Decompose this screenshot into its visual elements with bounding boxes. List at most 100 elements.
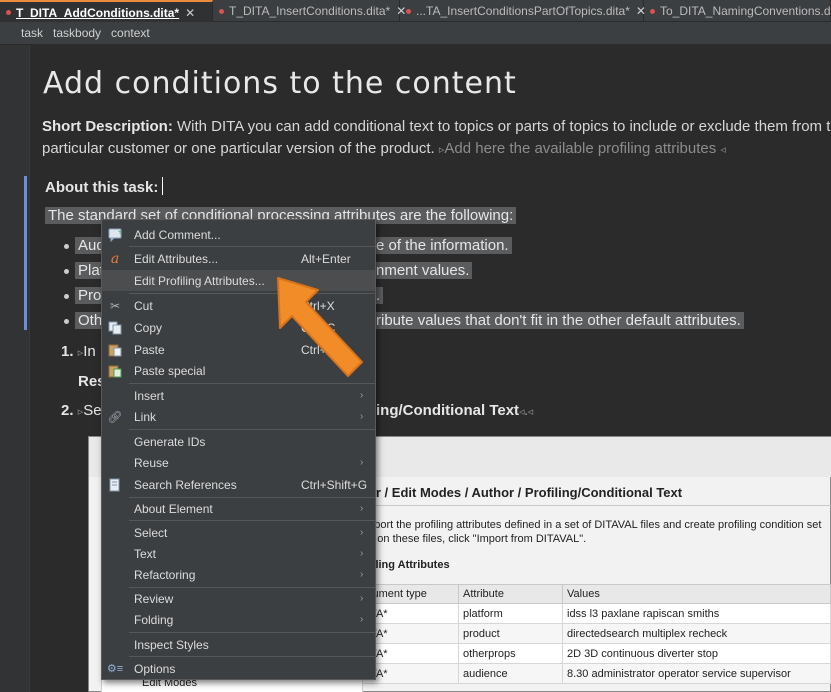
menu-item-edit-attributes[interactable]: a Edit Attributes... Alt+Enter <box>102 248 375 269</box>
table-row: ITA* otherprops 2D 3D continuous diverte… <box>362 643 831 664</box>
menu-item-label: Edit Attributes... <box>134 251 219 266</box>
tab-label: ...TA_InsertConditionsPartOfTopics.dita* <box>416 4 630 18</box>
menu-item-about-element[interactable]: About Element › <box>102 498 375 519</box>
tab-label: T_DITA_AddConditions.dita* <box>16 5 180 20</box>
tab-naming-conventions[interactable]: To_DITA_NamingConventions.dita <box>644 0 831 22</box>
table-cell: ITA* <box>362 623 459 644</box>
tab-label: T_DITA_InsertConditions.dita* <box>229 4 391 18</box>
step-text[interactable]: Se <box>83 402 101 419</box>
element-end-marker-icon: ◃ <box>720 144 726 156</box>
text-caret <box>162 177 164 195</box>
page-title: Add conditions to the content <box>43 66 517 101</box>
editor-gutter <box>0 45 30 692</box>
embedded-heading: itor / Edit Modes / Author / Profiling/C… <box>360 485 683 500</box>
bullet-icon <box>64 294 69 299</box>
close-icon[interactable]: ✕ <box>185 6 195 20</box>
table-cell: ITA* <box>362 663 459 684</box>
menu-item-folding[interactable]: Folding › <box>102 609 375 630</box>
list-item-text[interactable]: Pro <box>75 287 105 304</box>
menu-item-label: Add Comment... <box>134 227 221 242</box>
menu-path-text[interactable]: ing/Conditional Text <box>376 402 519 419</box>
table-cell: ITA* <box>362 603 459 624</box>
link-icon: 🔗︎ <box>107 409 123 424</box>
menu-item-select[interactable]: Select › <box>102 522 375 543</box>
tab-add-conditions[interactable]: T_DITA_AddConditions.dita* ✕ <box>0 0 213 23</box>
breadcrumb-item-context[interactable]: context <box>111 26 150 40</box>
table-row: ITA* audience 8.30 administrator operato… <box>362 663 831 684</box>
menu-separator <box>129 632 375 633</box>
submenu-arrow-icon: › <box>360 503 364 514</box>
list-item-text[interactable]: e of the information. <box>373 237 512 254</box>
menu-item-label: Refactoring <box>134 567 196 582</box>
annotation-arrow-icon <box>277 277 363 377</box>
menu-item-add-comment[interactable]: + Add Comment... <box>102 224 375 245</box>
list-item: Pro <box>75 287 105 304</box>
menu-item-label: Insert <box>134 388 165 403</box>
bullet-icon <box>64 244 69 249</box>
table-cell: 2D 3D continuous diverter stop <box>562 643 831 664</box>
step-number: 1. <box>61 343 74 360</box>
tab-insert-conditions-part[interactable]: ...TA_InsertConditionsPartOfTopics.dita*… <box>400 0 646 22</box>
list-item-text[interactable]: ribute values that don't fit in the othe… <box>373 312 744 329</box>
modified-indicator-icon <box>219 8 224 14</box>
menu-item-reuse[interactable]: Reuse › <box>102 452 375 473</box>
step-number: 2. <box>61 402 74 419</box>
step-2-menu-path: ing/Conditional Text◃.◃ <box>376 402 533 419</box>
element-end-marker-icon: ◃.◃ <box>519 406 534 418</box>
menu-item-refactoring[interactable]: Refactoring › <box>102 564 375 585</box>
menu-separator <box>129 246 375 247</box>
table-cell: directedsearch multiplex recheck <box>562 623 831 644</box>
table-cell: idss l3 paxlane rapiscan smiths <box>562 603 831 624</box>
about-task-heading[interactable]: About this task: <box>45 177 164 196</box>
column-header-attribute: Attribute <box>458 584 563 604</box>
step-1: 1. ▹In <box>61 343 96 360</box>
table-cell: audience <box>458 663 563 684</box>
embedded-divider <box>362 505 831 506</box>
submenu-arrow-icon: › <box>360 411 364 422</box>
submenu-arrow-icon: › <box>360 614 364 625</box>
menu-item-inspect-styles[interactable]: Inspect Styles <box>102 634 375 655</box>
embedded-profiling-table: cument type Attribute Values ITA* platfo… <box>362 584 831 684</box>
tab-insert-conditions[interactable]: T_DITA_InsertConditions.dita* ✕ <box>213 0 406 22</box>
menu-item-label: Generate IDs <box>134 434 206 449</box>
column-header-values: Values <box>562 584 831 604</box>
menu-item-insert[interactable]: Insert › <box>102 385 375 406</box>
menu-item-label: Reuse <box>134 455 169 470</box>
submenu-arrow-icon: › <box>360 457 364 468</box>
menu-item-generate-ids[interactable]: Generate IDs <box>102 431 375 452</box>
breadcrumb-item-taskbody[interactable]: taskbody <box>53 26 101 40</box>
menu-item-label: Copy <box>134 320 163 335</box>
step-text[interactable]: In <box>83 343 96 360</box>
table-cell: 8.30 administrator operator service supe… <box>562 663 831 684</box>
menu-item-text[interactable]: Text › <box>102 543 375 564</box>
table-cell: ITA* <box>362 643 459 664</box>
menu-separator <box>129 520 375 521</box>
short-description-line-1: Short Description: With DITA you can add… <box>42 118 831 135</box>
short-description-line-2: particular customer or one particular ve… <box>42 140 726 157</box>
submenu-arrow-icon: › <box>360 593 364 604</box>
menu-item-label: Review <box>134 591 174 606</box>
scissors-icon: ✂ <box>109 298 121 313</box>
submenu-arrow-icon: › <box>360 569 364 580</box>
about-task-label: About this task: <box>45 179 159 196</box>
menu-item-label: Select <box>134 525 168 540</box>
comment-icon: + <box>107 227 123 243</box>
menu-item-shortcut: Ctrl+Shift+G <box>301 477 368 492</box>
list-item-text[interactable]: nment values. <box>373 262 473 279</box>
table-cell: product <box>458 623 563 644</box>
menu-item-label: Inspect Styles <box>134 637 209 652</box>
menu-item-search-references[interactable]: Search References Ctrl+Shift+G <box>102 474 375 495</box>
placeholder-text[interactable]: Add here the available profiling attribu… <box>444 140 716 157</box>
copy-icon <box>107 320 123 336</box>
menu-item-review[interactable]: Review › <box>102 588 375 609</box>
embedded-text-line-2: ed on these files, click "Import from DI… <box>362 533 587 545</box>
menu-separator <box>129 429 375 430</box>
short-description-label: Short Description: <box>42 118 173 135</box>
menu-item-options[interactable]: ⚙≡ Options <box>102 658 375 679</box>
menu-item-label: Paste special <box>134 363 206 378</box>
short-description-text-2: particular customer or one particular ve… <box>42 140 439 157</box>
table-row: ITA* platform idss l3 paxlane rapiscan s… <box>362 603 831 624</box>
menu-item-link[interactable]: 🔗︎ Link › <box>102 406 375 427</box>
breadcrumb-item-task[interactable]: task <box>21 26 43 40</box>
menu-item-label: Folding <box>134 612 174 627</box>
